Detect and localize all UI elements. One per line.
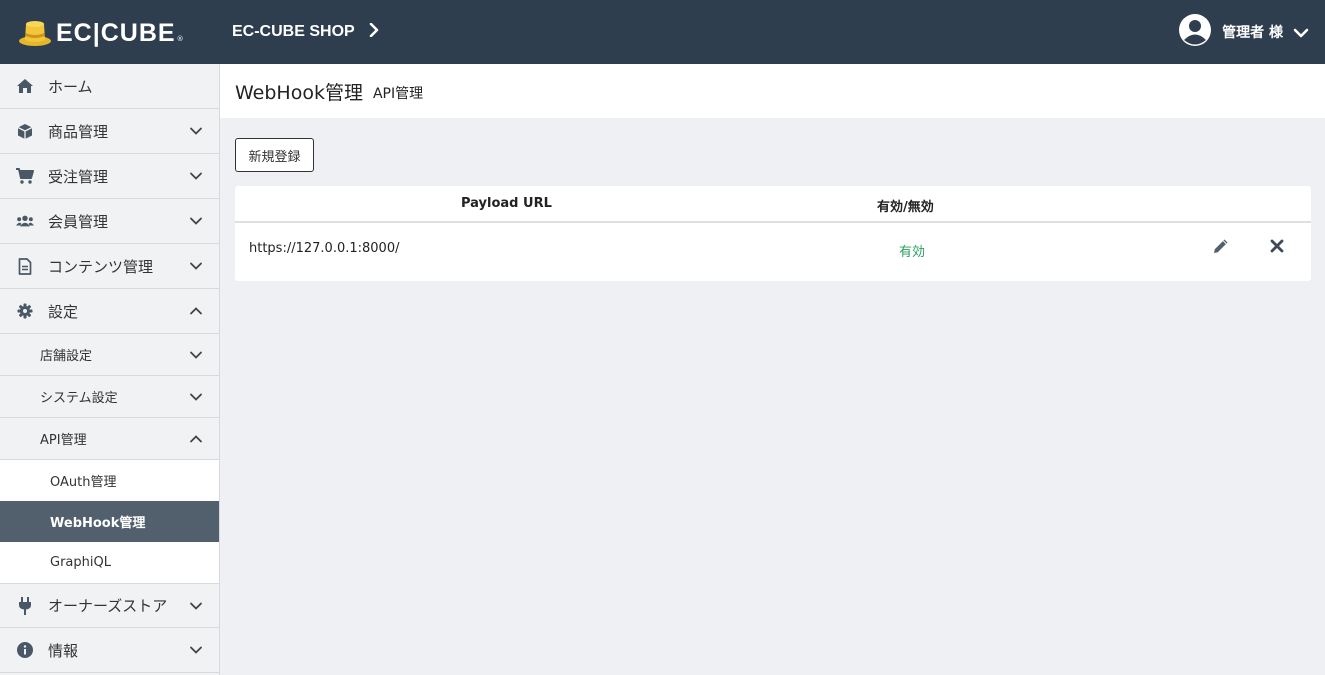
payload-url-cell: https://127.0.0.1:8000/ bbox=[249, 241, 400, 256]
page-title: WebHook管理 bbox=[235, 81, 363, 104]
chevron-down-icon bbox=[189, 599, 203, 613]
home-icon bbox=[16, 77, 34, 95]
delete-icon[interactable] bbox=[1267, 236, 1287, 256]
shop-link[interactable]: EC-CUBE SHOP bbox=[232, 20, 379, 44]
page-subtitle: API管理 bbox=[372, 85, 424, 102]
user-menu[interactable]: 管理者 様 bbox=[1178, 13, 1309, 51]
logo-text: EC|CUBE bbox=[56, 18, 176, 47]
sidebar-item-label: コンテンツ管理 bbox=[48, 257, 154, 276]
sidebar-item-members[interactable]: 会員管理 bbox=[0, 199, 219, 244]
cart-icon bbox=[16, 167, 34, 185]
sidebar-item-label: 会員管理 bbox=[48, 212, 109, 231]
logo-registered-mark: ® bbox=[176, 35, 184, 43]
column-header-payload-url: Payload URL bbox=[461, 196, 552, 211]
chevron-down-icon bbox=[1293, 23, 1309, 42]
column-header-status: 有効/無効 bbox=[877, 200, 934, 215]
sidebar-item-label: 情報 bbox=[48, 641, 79, 660]
sidebar-item-settings[interactable]: 設定 bbox=[0, 289, 219, 334]
status-cell: 有効 bbox=[899, 245, 926, 260]
sidebar-subitem-api[interactable]: API管理 bbox=[0, 418, 219, 460]
table-header-row: Payload URL 有効/無効 bbox=[235, 186, 1311, 223]
chevron-down-icon bbox=[189, 259, 203, 273]
sidebar-subsubitem-oauth[interactable]: OAuth管理 bbox=[0, 460, 219, 501]
new-registration-button[interactable]: 新規登録 bbox=[235, 138, 314, 172]
sidebar-subsubitem-graphiql[interactable]: GraphiQL bbox=[0, 542, 219, 583]
edit-icon[interactable] bbox=[1211, 236, 1231, 256]
sidebar-item-info[interactable]: 情報 bbox=[0, 628, 219, 673]
users-icon bbox=[16, 212, 34, 230]
sidebar-subitem-label: API管理 bbox=[40, 433, 87, 448]
chevron-down-icon bbox=[189, 169, 203, 183]
chevron-down-icon bbox=[189, 214, 203, 228]
chevron-down-icon bbox=[189, 643, 203, 657]
sidebar-item-products[interactable]: 商品管理 bbox=[0, 109, 219, 154]
document-icon bbox=[16, 257, 34, 275]
ec-cube-logo[interactable]: EC|CUBE ® bbox=[18, 17, 184, 49]
top-header: EC|CUBE ® EC-CUBE SHOP 管理者 様 bbox=[0, 0, 1325, 64]
cube-icon bbox=[16, 122, 34, 140]
sidebar-item-owners-store[interactable]: オーナーズストア bbox=[0, 583, 219, 628]
chevron-down-icon bbox=[189, 124, 203, 138]
gear-icon bbox=[16, 302, 34, 320]
sidebar-subitem-label: 店舗設定 bbox=[40, 349, 93, 364]
user-name: 管理者 様 bbox=[1222, 25, 1283, 41]
sidebar-subsubitem-webhook[interactable]: WebHook管理 bbox=[0, 501, 219, 542]
webhook-table: Payload URL 有効/無効 https://127.0.0.1:8000… bbox=[235, 186, 1311, 281]
sidebar-item-label: ホーム bbox=[48, 77, 93, 96]
chevron-right-icon bbox=[369, 22, 379, 42]
info-icon bbox=[16, 641, 34, 659]
plug-icon bbox=[16, 596, 34, 615]
sidebar-item-label: 受注管理 bbox=[48, 167, 109, 186]
chevron-up-icon bbox=[189, 304, 203, 318]
sidebar-item-label: 商品管理 bbox=[48, 122, 109, 141]
sidebar-subitem-label: システム設定 bbox=[40, 391, 118, 406]
sidebar-subitem-shop-settings[interactable]: 店舗設定 bbox=[0, 334, 219, 376]
sidebar-item-home[interactable]: ホーム bbox=[0, 64, 219, 109]
chevron-down-icon bbox=[189, 348, 203, 362]
page-header: WebHook管理 API管理 bbox=[220, 64, 1325, 118]
sidebar-item-label: 設定 bbox=[48, 302, 79, 321]
chevron-up-icon bbox=[189, 432, 203, 446]
user-avatar-icon bbox=[1178, 13, 1212, 51]
sidebar-subitem-system-settings[interactable]: システム設定 bbox=[0, 376, 219, 418]
sidebar-item-label: オーナーズストア bbox=[48, 597, 168, 615]
sidebar-nav: ホーム 商品管理 受注管理 会員管理 コンテンツ管理 設定 店舗設定 システム設… bbox=[0, 64, 220, 675]
sidebar-item-orders[interactable]: 受注管理 bbox=[0, 154, 219, 199]
sidebar-item-contents[interactable]: コンテンツ管理 bbox=[0, 244, 219, 289]
chevron-down-icon bbox=[189, 390, 203, 404]
hat-icon bbox=[19, 21, 51, 46]
shop-name: EC-CUBE SHOP bbox=[232, 23, 355, 40]
